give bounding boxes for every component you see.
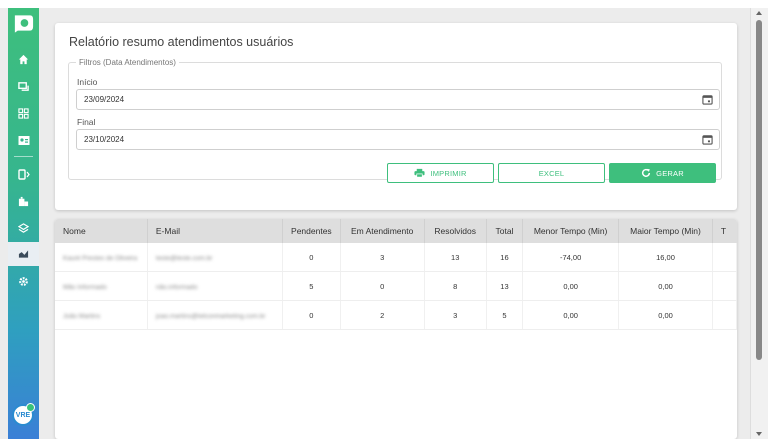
cell-resolvidos: 13 <box>424 243 487 272</box>
building-icon <box>18 196 29 206</box>
scrollbar-thumb[interactable] <box>756 20 762 360</box>
cell-nome: Mão Informado <box>55 271 148 301</box>
start-date-field[interactable]: 23/09/2024 <box>76 89 720 110</box>
cell-pendentes: 0 <box>282 300 341 330</box>
table-header-row: Nome E-Mail Pendentes Em Atendimento Res… <box>55 219 737 243</box>
sidebar-item-reports[interactable] <box>8 242 39 266</box>
gear-icon <box>19 276 28 286</box>
column-header-menor-tempo[interactable]: Menor Tempo (Min) <box>522 219 620 243</box>
sidebar-item-company[interactable] <box>8 189 39 213</box>
cell-total: 13 <box>486 271 524 301</box>
cell-nome: Kauré Prestes de Oliveira <box>55 243 148 272</box>
table-row: Mão Informado não.informado 5 0 8 13 0,0… <box>55 271 737 301</box>
cell-menor-tempo: -74,00 <box>522 243 620 272</box>
cell-maior-tempo: 16,00 <box>618 243 713 272</box>
chat-icon <box>18 81 29 91</box>
sidebar-divider <box>14 156 33 157</box>
cell-email: teste@teste.com.br <box>147 243 284 272</box>
cell-total: 5 <box>486 300 524 330</box>
print-button[interactable]: IMPRIMIR <box>387 163 494 183</box>
sidebar-item-chats[interactable] <box>8 74 39 98</box>
column-header-truncated[interactable]: T <box>712 219 737 243</box>
column-header-total[interactable]: Total <box>486 219 524 243</box>
cell-menor-tempo: 0,00 <box>522 300 620 330</box>
end-date-field[interactable]: 23/10/2024 <box>76 129 720 150</box>
generate-button-label: GERAR <box>656 168 684 178</box>
sidebar-item-settings[interactable] <box>8 269 39 293</box>
column-header-resolvidos[interactable]: Resolvidos <box>424 219 487 243</box>
home-icon <box>18 54 29 64</box>
sidebar-item-home[interactable] <box>8 47 39 71</box>
sidebar-item-transfer[interactable] <box>8 162 39 186</box>
avatar-initials: VRE <box>15 411 31 419</box>
scroll-up-arrow-icon[interactable] <box>756 11 762 15</box>
cell-pendentes: 5 <box>282 271 341 301</box>
end-date-label: Final <box>77 117 96 127</box>
calendar-icon[interactable] <box>702 94 713 105</box>
excel-button-label: EXCEL <box>538 168 565 178</box>
cell-truncated <box>712 243 737 272</box>
printer-icon <box>414 168 425 178</box>
cell-maior-tempo: 0,00 <box>618 300 713 330</box>
cell-nome: João Martins <box>55 300 148 330</box>
column-header-maior-tempo[interactable]: Maior Tempo (Min) <box>618 219 713 243</box>
print-button-label: IMPRIMIR <box>430 168 467 178</box>
cell-pendentes: 0 <box>282 243 341 272</box>
excel-button[interactable]: EXCEL <box>498 163 605 183</box>
cell-nome-text: João Martins <box>63 312 101 320</box>
start-date-label: Início <box>77 77 98 87</box>
cell-em-atendimento: 3 <box>340 243 425 272</box>
column-header-em-atendimento[interactable]: Em Atendimento <box>340 219 425 243</box>
contact-card-icon <box>18 135 29 145</box>
cell-truncated <box>712 271 737 301</box>
filter-card: Relatório resumo atendimentos usuários F… <box>55 23 737 210</box>
cell-truncated <box>712 300 737 330</box>
cell-resolvidos: 8 <box>424 271 487 301</box>
cell-total: 16 <box>486 243 524 272</box>
filter-legend: Filtros (Data Atendimentos) <box>79 58 176 67</box>
cell-nome-text: Mão Informado <box>63 283 107 291</box>
date-filter-group: Filtros (Data Atendimentos) Início 23/09… <box>68 58 722 180</box>
chart-icon <box>18 250 29 258</box>
user-avatar[interactable]: VRE <box>12 403 35 426</box>
end-date-value: 23/10/2024 <box>84 135 125 144</box>
refresh-icon <box>642 168 651 177</box>
cell-em-atendimento: 2 <box>340 300 425 330</box>
cell-maior-tempo: 0,00 <box>618 271 713 301</box>
cell-email: não.informado <box>147 271 284 301</box>
cell-email-text: joao.martins@telconmarketing.com.br <box>155 312 266 320</box>
report-table: Nome E-Mail Pendentes Em Atendimento Res… <box>55 219 737 330</box>
generate-button[interactable]: GERAR <box>609 163 716 183</box>
sidebar-item-dashboard[interactable] <box>8 101 39 125</box>
phone-transfer-icon <box>17 168 30 180</box>
cell-email-text: teste@teste.com.br <box>155 254 213 262</box>
sidebar: VRE <box>8 8 39 439</box>
table-row: João Martins joao.martins@telconmarketin… <box>55 300 737 330</box>
start-date-value: 23/09/2024 <box>84 95 125 104</box>
layers-icon <box>18 222 29 233</box>
calendar-icon[interactable] <box>702 134 713 145</box>
scroll-down-arrow-icon[interactable] <box>756 432 762 436</box>
column-header-pendentes[interactable]: Pendentes <box>282 219 341 243</box>
cell-em-atendimento: 0 <box>340 271 425 301</box>
table-row: Kauré Prestes de Oliveira teste@teste.co… <box>55 243 737 272</box>
cell-nome-text: Kauré Prestes de Oliveira <box>63 254 138 262</box>
main-content: Relatório resumo atendimentos usuários F… <box>39 8 751 439</box>
cell-email: joao.martins@telconmarketing.com.br <box>147 300 284 330</box>
cell-resolvidos: 3 <box>424 300 487 330</box>
sidebar-item-contacts[interactable] <box>8 128 39 152</box>
column-header-nome[interactable]: Nome <box>55 219 148 243</box>
column-header-email[interactable]: E-Mail <box>147 219 284 243</box>
dashboard-icon <box>18 107 29 119</box>
online-status-dot <box>26 403 35 412</box>
app-logo-icon[interactable] <box>12 13 35 33</box>
sidebar-item-layers[interactable] <box>8 216 39 240</box>
window-top-strip <box>0 0 768 8</box>
page-title: Relatório resumo atendimentos usuários <box>69 35 294 49</box>
vertical-scrollbar[interactable] <box>750 8 768 439</box>
cell-email-text: não.informado <box>155 283 198 291</box>
report-table-card: Nome E-Mail Pendentes Em Atendimento Res… <box>55 219 737 439</box>
cell-menor-tempo: 0,00 <box>522 271 620 301</box>
